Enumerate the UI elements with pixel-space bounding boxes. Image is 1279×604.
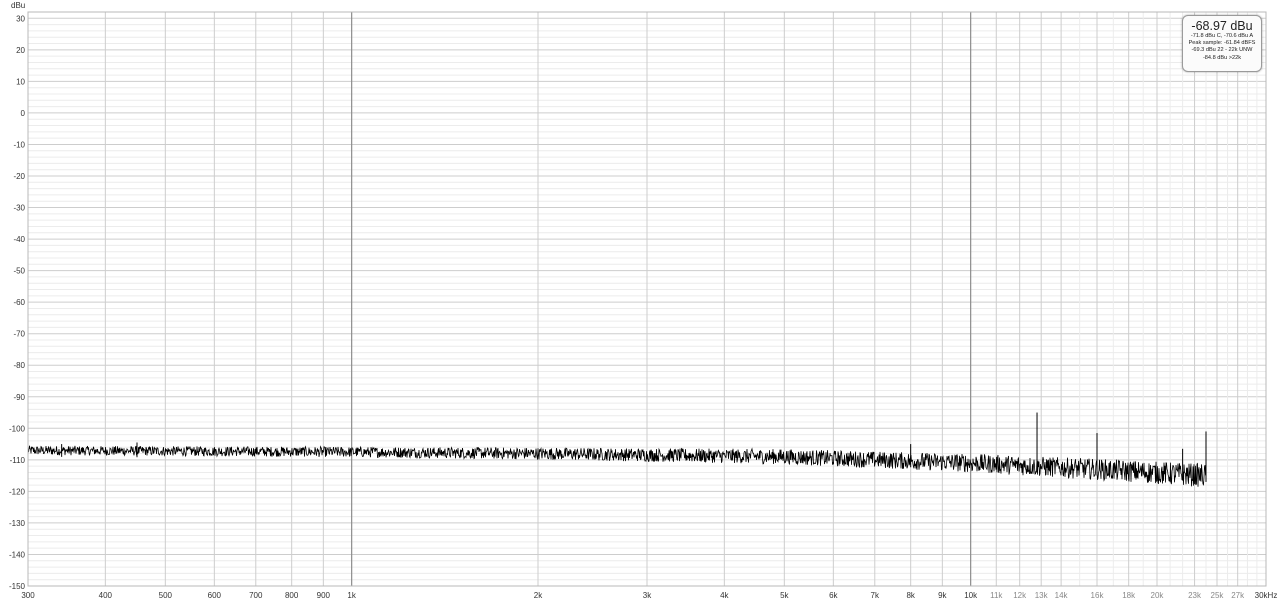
y-tick-label: -110 [10, 456, 26, 465]
x-tick-label: 1k [347, 591, 356, 600]
x-tick-label: 27k [1231, 591, 1245, 600]
x-tick-label: 400 [99, 591, 113, 600]
y-tick-label: 0 [21, 109, 26, 118]
x-tick-label: 9k [938, 591, 947, 600]
readout-unweighted-line: -69.3 dBu 22 - 22k UNW [1191, 47, 1253, 54]
readout-level-value: -68.97 dBu [1191, 19, 1253, 33]
x-tick-label: 800 [285, 591, 299, 600]
y-axis: 30 20 10 0 -10 -20 -30 -40 -50 -60 -70 -80 -90 -100 -1… [9, 14, 26, 591]
x-tick-label: 8k [906, 591, 915, 600]
y-tick-label: -70 [13, 330, 25, 339]
x-tick-label: 2k [534, 591, 543, 600]
y-tick-label: 20 [16, 46, 25, 55]
y-tick-label: -140 [9, 550, 26, 559]
x-tick-label: 10k [964, 591, 978, 600]
level-readout-panel[interactable]: -68.97 dBu -71.8 dBu C, -70.6 dBu A Peak… [1182, 15, 1262, 72]
y-tick-label: 10 [16, 77, 25, 86]
x-tick-label: 500 [159, 591, 173, 600]
x-tick-label: 12k [1013, 591, 1027, 600]
y-tick-label: -120 [9, 487, 26, 496]
x-tick-label: 13k [1035, 591, 1049, 600]
x-tick-label: 23k [1188, 591, 1202, 600]
x-tick-label: 700 [249, 591, 263, 600]
y-tick-label: -90 [13, 393, 25, 402]
series-group [27, 412, 1207, 487]
y-tick-label: -10 [13, 140, 25, 149]
y-tick-label: -80 [13, 361, 25, 370]
readout-peak-line: Peak sample: -61.84 dBFS [1188, 40, 1256, 47]
x-tick-label: 4k [720, 591, 729, 600]
x-tick-label: 30kHz [1255, 591, 1278, 600]
y-tick-label: -130 [9, 519, 26, 528]
x-tick-label: 3k [643, 591, 652, 600]
x-tick-label: 11k [990, 591, 1003, 600]
x-tick-label: 18k [1122, 591, 1136, 600]
y-tick-label: 30 [16, 14, 25, 23]
y-tick-label: -100 [9, 424, 26, 433]
grid [27, 12, 1267, 587]
y-tick-label: -50 [13, 267, 25, 276]
readout-weighted-line: -71.8 dBu C, -70.6 dBu A [1190, 33, 1254, 39]
x-tick-label: 5k [780, 591, 789, 600]
y-tick-label: -40 [13, 235, 25, 244]
x-tick-label: 600 [208, 591, 222, 600]
y-tick-label: -30 [13, 204, 25, 213]
y-tick-label: -20 [13, 172, 25, 181]
x-tick-label: 25k [1211, 591, 1225, 600]
x-tick-label: 300 [21, 591, 35, 600]
x-tick-label: 20k [1151, 591, 1165, 600]
x-tick-label: 14k [1055, 591, 1069, 600]
x-tick-label: 900 [317, 591, 331, 600]
x-tick-label: 7k [871, 591, 880, 600]
spectrum-chart: 30 20 10 0 -10 -20 -30 -40 -50 -60 -70 -80 -90 -100 -1… [9, 1, 1277, 600]
x-tick-label: 16k [1091, 591, 1105, 600]
x-tick-label: 6k [829, 591, 838, 600]
y-axis-unit-label: dBu [11, 1, 25, 10]
y-tick-label: -60 [13, 298, 25, 307]
readout-above-22k-line: -84.8 dBu >22k [1202, 54, 1242, 61]
x-axis: 300 400 500 600 700 800 900 1k 2k 3k 4k 5k 6k 7k 8k 9k 1… [21, 591, 1277, 600]
y-tick-label: -150 [9, 582, 26, 591]
